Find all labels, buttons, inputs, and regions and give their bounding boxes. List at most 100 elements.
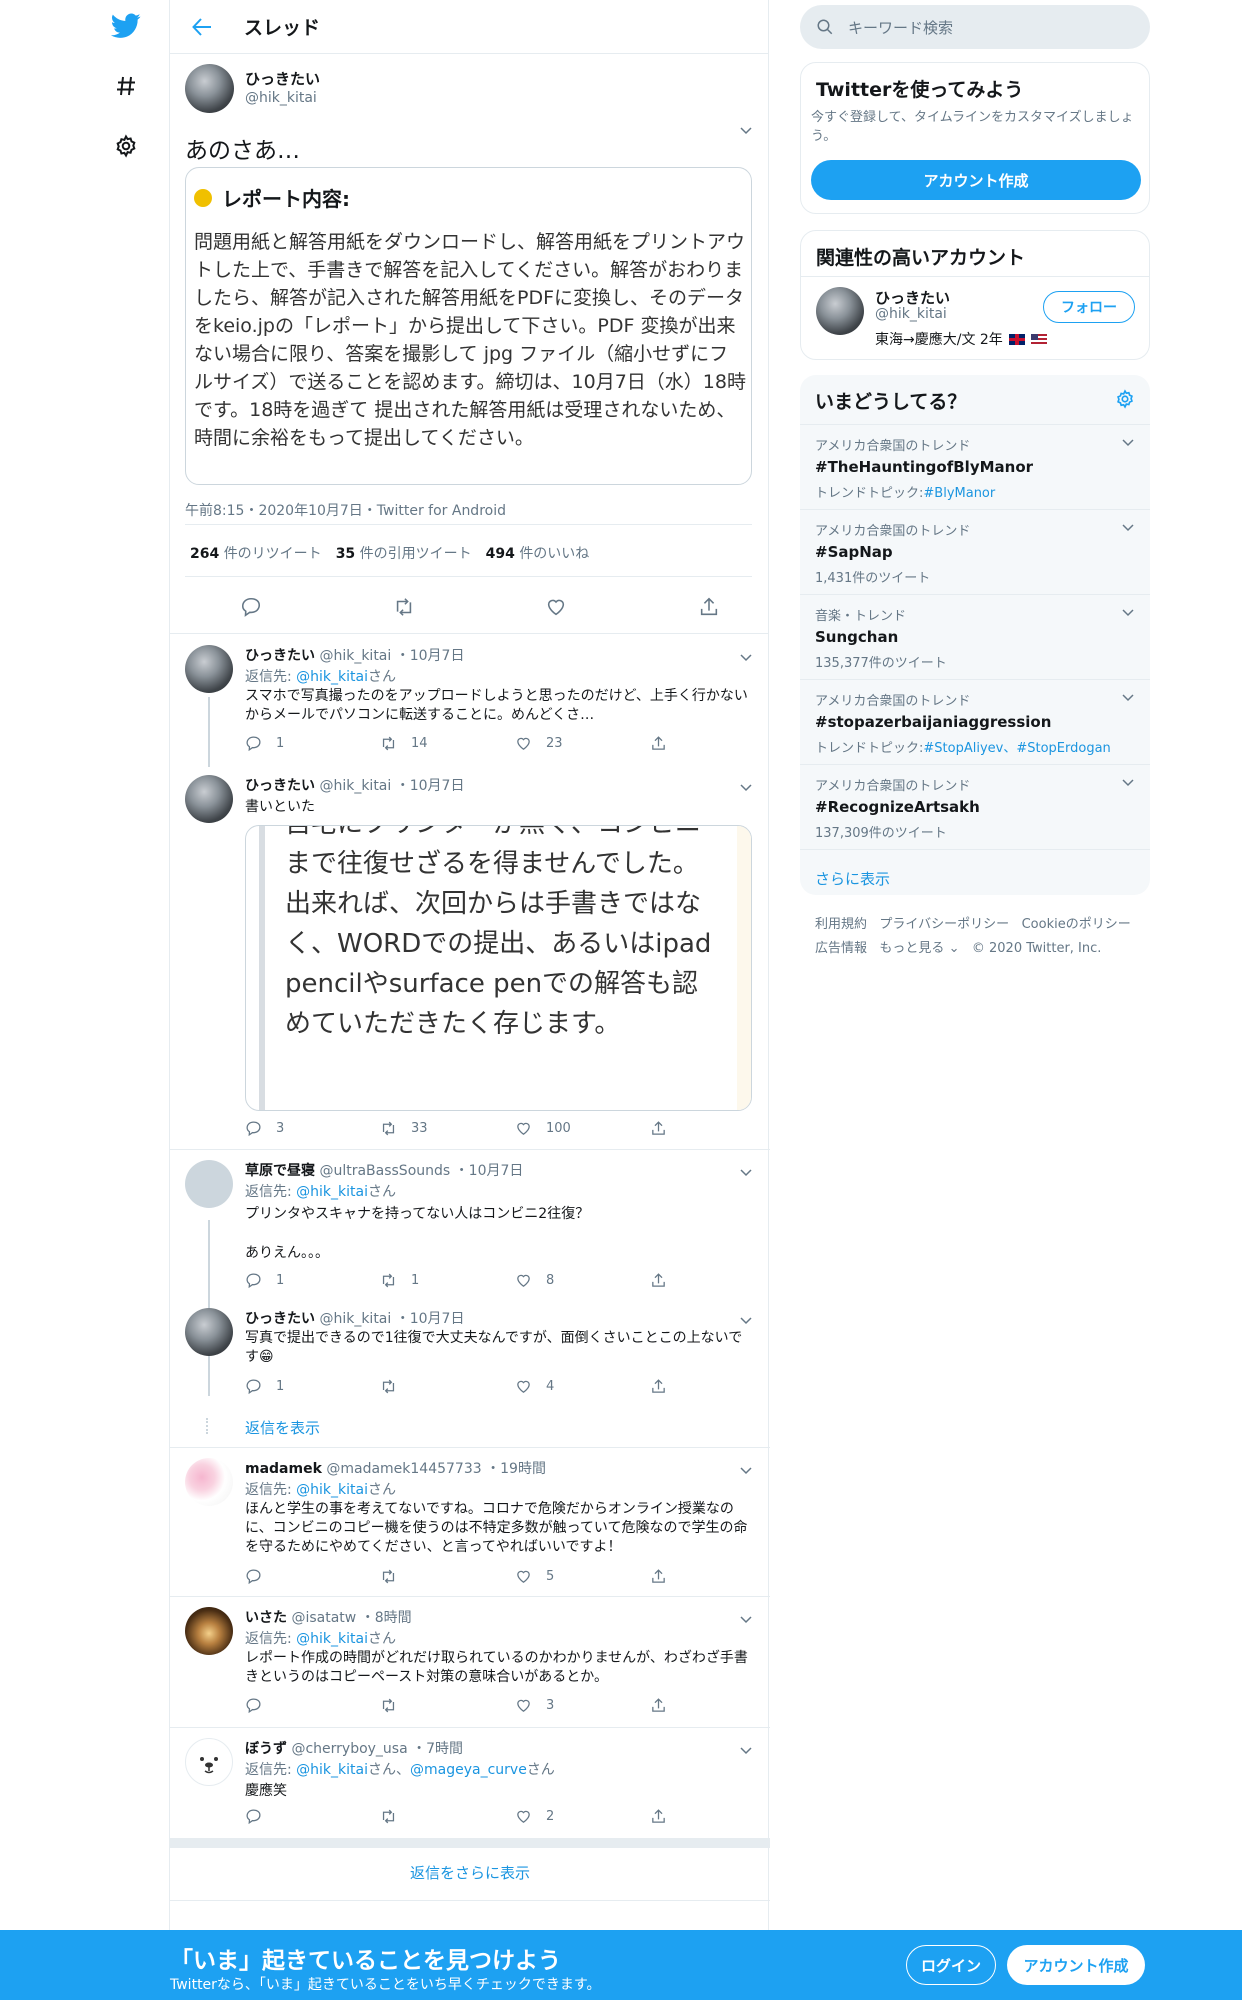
more-replies-link[interactable]: 返信をさらに表示 bbox=[170, 1862, 770, 1883]
author-name[interactable]: madamek bbox=[245, 1461, 322, 1477]
reply-button[interactable]: 1 bbox=[245, 1378, 380, 1395]
retweet-button[interactable] bbox=[380, 1808, 515, 1825]
author-handle[interactable]: @cherryboy_usa bbox=[291, 1741, 407, 1757]
reply-tweet[interactable]: madamek @madamek14457733 ・19時間 返信先: @hik… bbox=[170, 1448, 770, 1597]
retweet-button[interactable] bbox=[380, 1568, 515, 1585]
like-icon[interactable] bbox=[545, 596, 567, 618]
avatar[interactable] bbox=[185, 1607, 233, 1655]
avatar[interactable] bbox=[185, 64, 234, 113]
chevron-down-icon[interactable] bbox=[736, 1310, 756, 1330]
chevron-down-icon[interactable] bbox=[736, 1460, 756, 1480]
author-handle[interactable]: @hik_kitai bbox=[319, 1311, 391, 1327]
report-card[interactable]: レポート内容: 問題用紙と解答用紙をダウンロードし、解答用紙をプリントアウトした… bbox=[185, 167, 752, 485]
chevron-down-icon[interactable] bbox=[1121, 605, 1135, 619]
avatar[interactable] bbox=[185, 1458, 233, 1506]
reply-to-link[interactable]: @hik_kitai bbox=[296, 1184, 368, 1200]
follow-button[interactable]: フォロー bbox=[1043, 291, 1135, 323]
author-handle[interactable]: @hik_kitai bbox=[319, 778, 391, 794]
share-button[interactable] bbox=[650, 1697, 785, 1714]
author-name[interactable]: ひっきたい bbox=[245, 778, 315, 794]
reply-tweet[interactable]: 草原で昼寝 @ultraBassSounds ・10月7日 返信先: @hik_… bbox=[170, 1150, 770, 1310]
twitter-bird-icon[interactable] bbox=[108, 8, 144, 44]
chevron-down-icon[interactable] bbox=[1121, 775, 1135, 789]
footer-terms[interactable]: 利用規約 bbox=[815, 917, 867, 932]
reply-button[interactable] bbox=[245, 1808, 380, 1825]
trend-link[interactable]: #BlyManor bbox=[923, 486, 995, 501]
tweet-date[interactable]: 19時間 bbox=[500, 1461, 546, 1477]
gear-icon[interactable] bbox=[1115, 389, 1135, 409]
share-button[interactable] bbox=[650, 1378, 785, 1395]
chevron-down-icon[interactable] bbox=[736, 1740, 756, 1760]
share-button[interactable] bbox=[650, 1272, 785, 1289]
chevron-down-icon[interactable] bbox=[736, 120, 756, 140]
gear-icon[interactable] bbox=[108, 128, 144, 164]
retweet-button[interactable] bbox=[380, 1697, 515, 1714]
footer-privacy[interactable]: プライバシーポリシー bbox=[879, 917, 1009, 932]
like-button[interactable]: 4 bbox=[515, 1378, 650, 1395]
tweet-date[interactable]: 10月7日 bbox=[410, 1311, 465, 1327]
author-handle[interactable]: @madamek14457733 bbox=[326, 1461, 481, 1477]
reply-tweet[interactable]: ひっきたい @hik_kitai ・10月7日 写真で提出できるので1往復で大丈… bbox=[170, 1298, 770, 1448]
author-name[interactable]: ぼうず bbox=[245, 1741, 287, 1757]
chevron-down-icon[interactable] bbox=[736, 777, 756, 797]
chevron-down-icon[interactable] bbox=[736, 1609, 756, 1629]
reply-button[interactable]: 3 bbox=[245, 1120, 380, 1137]
reply-button[interactable] bbox=[245, 1697, 380, 1714]
chevron-down-icon[interactable] bbox=[736, 1162, 756, 1182]
chevron-down-icon[interactable] bbox=[1121, 435, 1135, 449]
author-handle[interactable]: @hik_kitai bbox=[245, 90, 320, 106]
tweet-image[interactable]: 自宅にプリンターが無く、コンビニまで往復せざるを得ませんでした。出来れば、次回か… bbox=[245, 825, 752, 1111]
reply-tweet[interactable]: ぼうず @cherryboy_usa ・7時間 返信先: @hik_kitaiさ… bbox=[170, 1728, 770, 1838]
trend-item[interactable]: アメリカ合衆国のトレンド #stopazerbaijaniaggression … bbox=[800, 680, 1150, 765]
like-button[interactable]: 8 bbox=[515, 1272, 650, 1289]
footer-ads[interactable]: 広告情報 bbox=[815, 941, 867, 956]
reply-to-link[interactable]: @mageya_curve bbox=[410, 1762, 527, 1778]
footer-more[interactable]: もっと見る bbox=[879, 941, 944, 956]
retweet-button[interactable]: 33 bbox=[380, 1120, 515, 1137]
avatar[interactable] bbox=[185, 1738, 233, 1786]
search-input[interactable]: キーワード検索 bbox=[800, 5, 1150, 49]
related-handle[interactable]: @hik_kitai bbox=[875, 306, 947, 322]
tweet-date[interactable]: 7時間 bbox=[426, 1741, 463, 1757]
author-name[interactable]: ひっきたい bbox=[245, 648, 315, 664]
trend-link[interactable]: #StopAliyev、#StopErdogan bbox=[923, 741, 1110, 756]
author-handle[interactable]: @ultraBassSounds bbox=[319, 1163, 450, 1179]
trend-item[interactable]: アメリカ合衆国のトレンド #TheHauntingofBlyManor トレンド… bbox=[800, 425, 1150, 510]
avatar[interactable] bbox=[185, 775, 233, 823]
share-button[interactable] bbox=[650, 1808, 785, 1825]
tweet-date[interactable]: 8時間 bbox=[375, 1610, 412, 1626]
like-button[interactable]: 5 bbox=[515, 1568, 650, 1585]
reply-tweet[interactable]: ひっきたい @hik_kitai ・10月7日 返信先: @hik_kitaiさ… bbox=[170, 635, 770, 765]
reply-to-link[interactable]: @hik_kitai bbox=[296, 1482, 368, 1498]
create-account-button[interactable]: アカウント作成 bbox=[811, 160, 1141, 200]
reply-button[interactable] bbox=[245, 1568, 380, 1585]
trend-item[interactable]: アメリカ合衆国のトレンド #SapNap 1,431件のツイート bbox=[800, 510, 1150, 595]
author-handle[interactable]: @hik_kitai bbox=[319, 648, 391, 664]
back-arrow-icon[interactable] bbox=[190, 15, 214, 39]
related-name[interactable]: ひっきたい bbox=[875, 287, 950, 308]
login-button[interactable]: ログイン bbox=[906, 1945, 996, 1985]
reply-to-link[interactable]: @hik_kitai bbox=[296, 1762, 368, 1778]
reply-icon[interactable] bbox=[240, 596, 262, 618]
author-name[interactable]: ひっきたい bbox=[245, 1311, 315, 1327]
share-button[interactable] bbox=[650, 735, 785, 752]
timestamp[interactable]: 午前8:15・2020年10月7日・Twitter for Android bbox=[185, 500, 506, 520]
reply-button[interactable]: 1 bbox=[245, 1272, 380, 1289]
retweet-button[interactable] bbox=[380, 1378, 515, 1395]
chevron-down-icon[interactable] bbox=[1121, 690, 1135, 704]
retweet-count[interactable]: 264 件のリツイート bbox=[190, 543, 322, 563]
show-more-trends[interactable]: さらに表示 bbox=[800, 850, 1150, 895]
reply-button[interactable]: 1 bbox=[245, 735, 380, 752]
retweet-button[interactable]: 14 bbox=[380, 735, 515, 752]
author-name[interactable]: いさた bbox=[245, 1610, 287, 1626]
tweet-date[interactable]: 10月7日 bbox=[469, 1163, 524, 1179]
chevron-down-icon[interactable] bbox=[736, 647, 756, 667]
hashtag-icon[interactable] bbox=[108, 68, 144, 104]
tweet-date[interactable]: 10月7日 bbox=[410, 778, 465, 794]
like-count[interactable]: 494 件のいいね bbox=[486, 543, 590, 563]
retweet-icon[interactable] bbox=[393, 596, 415, 618]
like-button[interactable]: 23 bbox=[515, 735, 650, 752]
show-replies-link[interactable]: 返信を表示 bbox=[245, 1417, 320, 1438]
avatar[interactable] bbox=[816, 287, 864, 335]
reply-tweet[interactable]: ひっきたい @hik_kitai ・10月7日 書いといた 自宅にプリンターが無… bbox=[170, 765, 770, 1150]
